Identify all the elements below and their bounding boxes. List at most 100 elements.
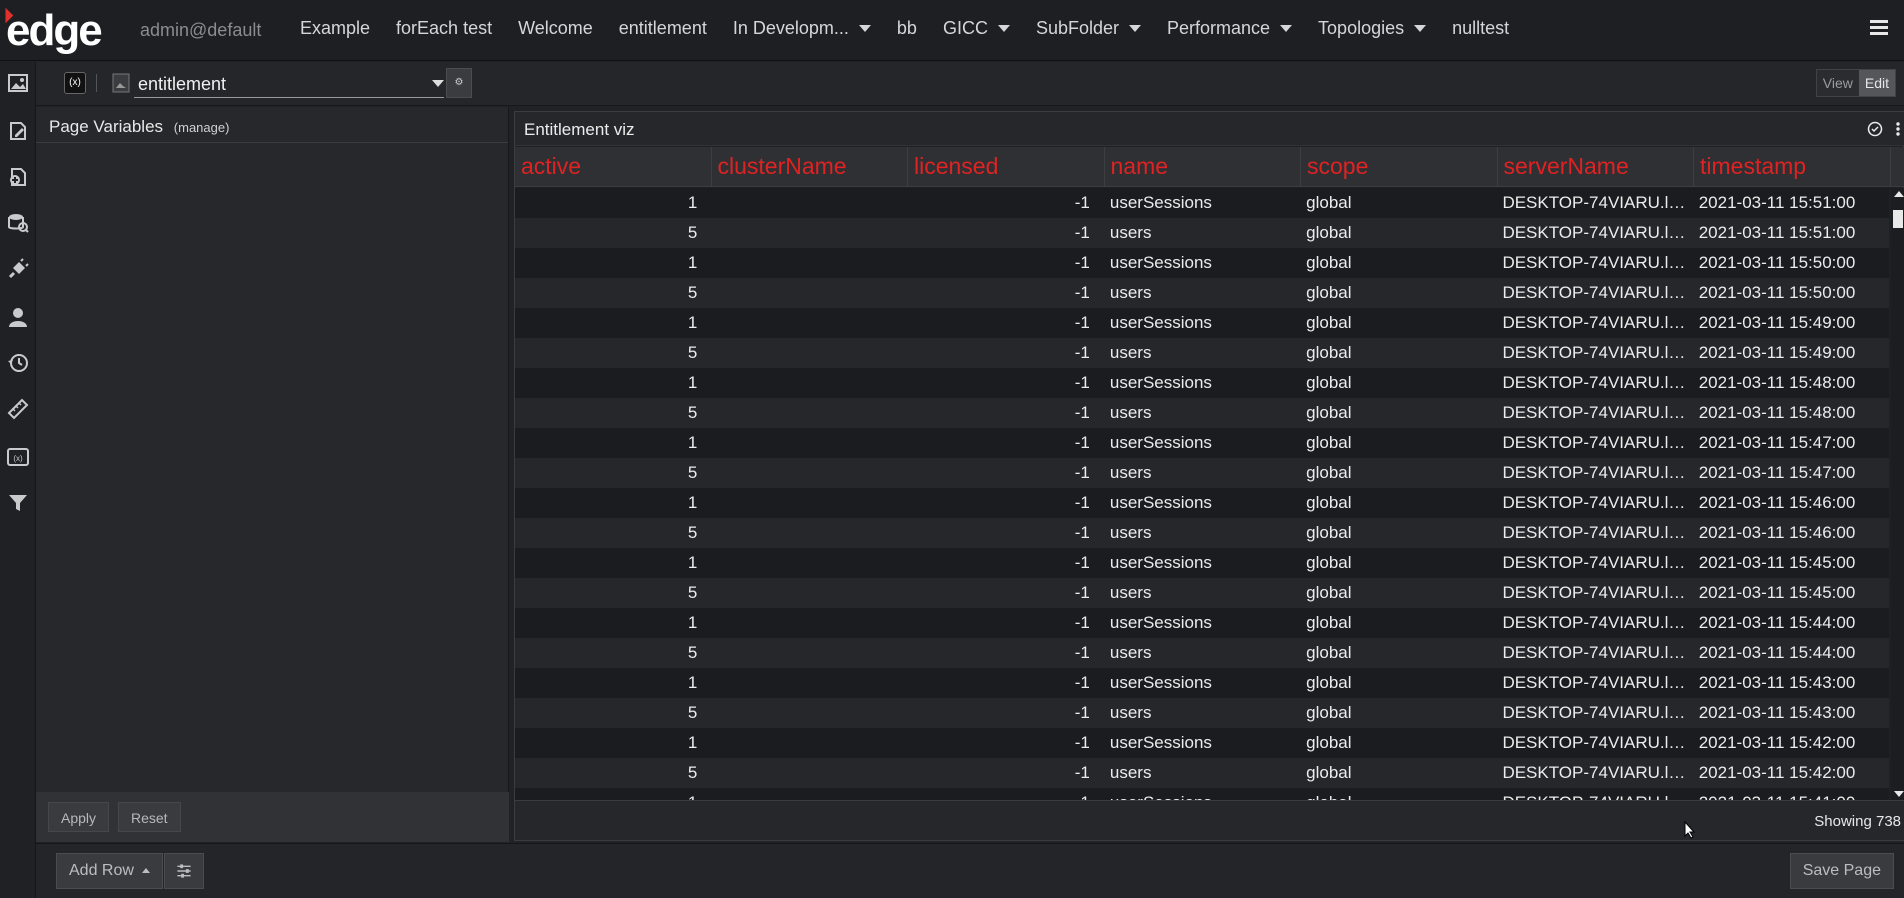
plugins-icon[interactable] — [7, 258, 29, 280]
save-page-button[interactable]: Save Page — [1789, 853, 1894, 889]
table-row[interactable]: 5 -1 users global DESKTOP-74VIARU.lbf... 2021… — [515, 638, 1889, 668]
nav-item-performance[interactable]: Performance — [1167, 18, 1293, 39]
table-row[interactable]: 1-1userSessionsglobalDESKTOP-74VIARU.lbf… — [515, 368, 1889, 398]
nav-item-subfolder[interactable]: SubFolder — [1036, 18, 1141, 39]
cell-active: 5 — [687, 403, 698, 422]
column-header-timestamp[interactable]: timestamp — [1694, 147, 1891, 186]
cell-name: users — [1109, 403, 1152, 422]
table-row[interactable]: 5 -1 users global DESKTOP-74VIARU.lbf... 2021… — [515, 458, 1889, 488]
cell-licensed: -1 — [1074, 193, 1090, 212]
current-user[interactable]: admin@default — [140, 20, 261, 41]
table-row[interactable]: 1-1userSessionsglobalDESKTOP-74VIARU.lbf… — [515, 488, 1889, 518]
cell-servername: DESKTOP-74VIARU.lbf... — [1502, 703, 1693, 722]
history-icon[interactable] — [7, 352, 29, 374]
table-row[interactable]: 5 -1 users global DESKTOP-74VIARU.lbf... 2021… — [515, 518, 1889, 548]
nav-item-topologies[interactable]: Topologies — [1318, 18, 1427, 39]
check-circle-icon[interactable] — [1867, 121, 1883, 137]
more-options-icon[interactable] — [1895, 121, 1901, 137]
cell-servername: DESKTOP-74VIARU.lbf... — [1496, 793, 1692, 800]
table-row[interactable]: 5 -1 users global DESKTOP-74VIARU.lbf... 2021… — [515, 758, 1889, 788]
cell-name: userSessions — [1109, 193, 1212, 212]
table-row[interactable]: 1-1userSessionsglobalDESKTOP-74VIARU.lbf… — [515, 608, 1889, 638]
layout-settings-icon[interactable] — [164, 853, 204, 889]
nav-item-nulltest[interactable]: nulltest — [1452, 18, 1509, 39]
table-row[interactable]: 5 -1 users global DESKTOP-74VIARU.lbf... 2021… — [515, 338, 1889, 368]
page-settings-button[interactable]: ⚙ — [446, 68, 472, 98]
variables-toggle-button[interactable]: (x) — [64, 72, 86, 94]
cell-timestamp: 2021-03-11 15:46:00 — [1698, 493, 1856, 512]
cell-name: userSessions — [1109, 313, 1212, 332]
table-row[interactable]: 1-1userSessionsglobalDESKTOP-74VIARU.lbf… — [515, 428, 1889, 458]
grid-body[interactable]: 1 -1 userSessions global DESKTOP-74VIARU.lbf… — [515, 188, 1889, 800]
column-header-clustername[interactable]: clusterName — [712, 147, 908, 186]
table-row[interactable]: 5 -1 users global DESKTOP-74VIARU.lbf... 2021… — [515, 578, 1889, 608]
cell-active: 1 — [687, 733, 698, 752]
column-header-servername[interactable]: serverName — [1498, 147, 1694, 186]
cell-active: 1 — [687, 493, 698, 512]
cell-active: 1 — [687, 553, 698, 572]
nav-item-welcome[interactable]: Welcome — [518, 18, 593, 39]
cell-scope: global — [1306, 463, 1352, 482]
chevron-down-icon[interactable] — [1280, 25, 1293, 32]
data-sources-icon[interactable] — [7, 212, 29, 234]
chevron-down-icon[interactable] — [1129, 25, 1141, 32]
nav-item-label: In Developm... — [732, 18, 849, 38]
page-select-value: entitlement — [138, 74, 227, 94]
nav-item-bb[interactable]: bb — [897, 18, 917, 39]
scrollbar-thumb[interactable] — [1893, 210, 1903, 228]
cell-servername: DESKTOP-74VIARU.lbf... — [1502, 283, 1693, 302]
table-row[interactable]: 1-1userSessionsglobalDESKTOP-74VIARU.lbf… — [515, 668, 1889, 698]
nav-item-foreach-test[interactable]: forEach test — [396, 18, 492, 39]
column-header-active[interactable]: active — [515, 147, 712, 186]
chevron-down-icon[interactable] — [1414, 25, 1427, 32]
nav-item-gicc[interactable]: GICC — [943, 18, 1010, 39]
nav-item-entitlement[interactable]: entitlement — [619, 18, 707, 39]
variables-icon[interactable]: (x) — [7, 446, 29, 468]
table-row[interactable]: 1-1userSessionsglobalDESKTOP-74VIARU.lbf… — [515, 548, 1889, 578]
table-row[interactable]: 1-1userSessionsglobalDESKTOP-74VIARU.lbf… — [515, 788, 1889, 800]
nav-item-example[interactable]: Example — [300, 18, 370, 39]
column-header-scope[interactable]: scope — [1301, 147, 1498, 186]
apply-button[interactable]: Apply — [48, 802, 110, 832]
add-row-button[interactable]: Add Row — [56, 853, 164, 889]
edge-logo[interactable]: edge — [0, 6, 110, 55]
edit-mode-button[interactable]: Edit — [1858, 70, 1895, 96]
cell-active: 5 — [687, 703, 698, 722]
cell-licensed: -1 — [1074, 403, 1090, 422]
table-row[interactable]: 5 -1 users global DESKTOP-74VIARU.lbf... 2021… — [515, 278, 1889, 308]
table-row[interactable]: 5 -1 users global DESKTOP-74VIARU.lbf... 2021… — [515, 698, 1889, 728]
cell-licensed: -1 — [1074, 463, 1090, 482]
cell-scope: global — [1306, 583, 1352, 602]
nav-item-in-developm[interactable]: In Developm... — [733, 18, 871, 39]
scroll-down-icon[interactable] — [1894, 791, 1904, 797]
cell-name: users — [1109, 763, 1152, 782]
view-mode-button[interactable]: View — [1816, 70, 1859, 96]
ruler-icon[interactable] — [7, 398, 29, 420]
column-header-name[interactable]: name — [1105, 147, 1301, 186]
cell-name: users — [1109, 283, 1152, 302]
cell-servername: DESKTOP-74VIARU.lbf... — [1502, 403, 1693, 422]
table-row[interactable]: 1-1userSessionsglobalDESKTOP-74VIARU.lbf… — [515, 248, 1889, 278]
chevron-down-icon[interactable] — [858, 25, 871, 32]
add-page-icon[interactable] — [7, 166, 29, 188]
column-header-licensed[interactable]: licensed — [908, 147, 1105, 186]
manage-variables-link[interactable]: (manage) — [174, 120, 230, 135]
table-row[interactable]: 1-1userSessionsglobalDESKTOP-74VIARU.lbf… — [515, 308, 1889, 338]
grid-scrollbar[interactable] — [1891, 188, 1904, 800]
table-row[interactable]: 5 -1 users global DESKTOP-74VIARU.lbf... 2021… — [515, 398, 1889, 428]
table-row[interactable]: 5 -1 users global DESKTOP-74VIARU.lbf... 2021… — [515, 218, 1889, 248]
table-row[interactable]: 1-1userSessionsglobalDESKTOP-74VIARU.lbf… — [515, 728, 1889, 758]
pages-icon[interactable] — [7, 72, 29, 94]
chevron-down-icon[interactable] — [997, 25, 1010, 32]
bottom-bar: Add Row Save Page — [36, 843, 1904, 898]
logo-text: edge — [6, 6, 103, 55]
filter-icon[interactable] — [7, 492, 29, 514]
reset-button[interactable]: Reset — [118, 802, 181, 832]
edit-page-icon[interactable] — [7, 120, 29, 142]
scroll-up-icon[interactable] — [1894, 191, 1904, 197]
hamburger-menu-icon[interactable] — [1870, 20, 1888, 36]
users-icon[interactable] — [7, 306, 29, 328]
page-select[interactable]: entitlement — [134, 68, 444, 98]
cell-licensed: -1 — [1074, 253, 1090, 272]
table-row[interactable]: 1-1userSessionsglobalDESKTOP-74VIARU.lbf… — [515, 188, 1889, 218]
